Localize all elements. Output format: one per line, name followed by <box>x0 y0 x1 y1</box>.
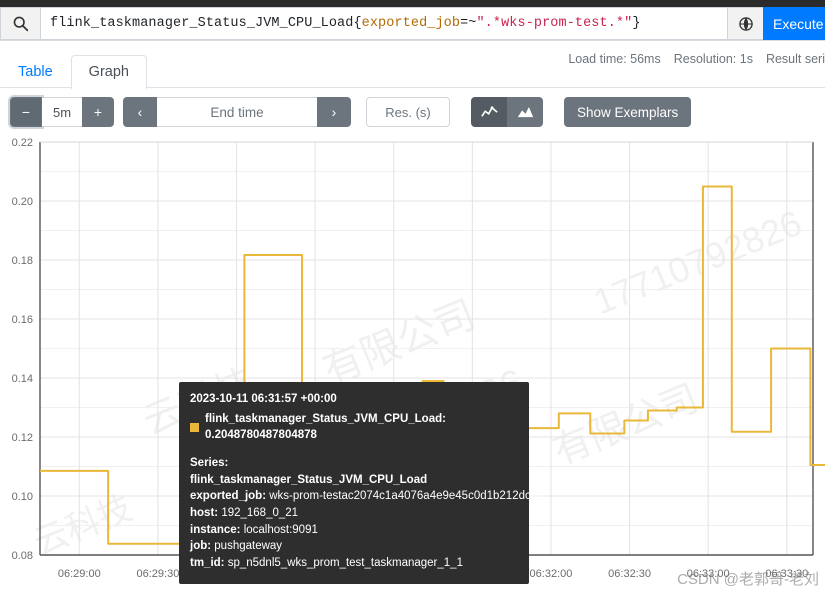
tab-table[interactable]: Table <box>0 55 71 89</box>
execute-button[interactable]: Execute <box>763 7 825 40</box>
tooltip-label-tm-id: tm_id: sp_n5dnl5_wks_prom_test_taskmanag… <box>190 557 463 570</box>
svg-text:06:29:30: 06:29:30 <box>137 568 180 580</box>
time-next-button[interactable]: › <box>317 97 351 127</box>
series-tooltip: 2023-10-11 06:31:57 +00:00 flink_taskman… <box>179 382 544 584</box>
query-token-label: exported_job <box>361 16 461 31</box>
tooltip-label-host: host: 192_168_0_21 <box>190 507 299 520</box>
result-series-text: Result seri <box>765 52 825 66</box>
tooltip-label-instance: instance: localhost:9091 <box>190 523 318 536</box>
window-top-strip <box>0 0 825 7</box>
query-token-open-brace: { <box>353 16 362 31</box>
svg-text:0.08: 0.08 <box>12 550 33 562</box>
tooltip-label-job: job: pushgateway <box>190 540 283 553</box>
svg-text:06:33:00: 06:33:00 <box>687 568 730 580</box>
svg-text:06:32:00: 06:32:00 <box>530 568 573 580</box>
svg-text:0.14: 0.14 <box>12 373 33 385</box>
resolution-text: Resolution: 1s <box>673 52 753 66</box>
range-stepper: − 5m + <box>10 97 114 127</box>
show-exemplars-button[interactable]: Show Exemplars <box>564 97 692 127</box>
tooltip-label-exported-job: exported_job: wks-prom-testac2074c1a4076… <box>190 490 544 503</box>
result-tabs: Table Graph Load time: 56ms Resolution: … <box>0 41 825 89</box>
end-time-input[interactable]: End time <box>157 97 317 127</box>
range-decrease-button[interactable]: − <box>10 97 42 127</box>
svg-text:0.16: 0.16 <box>12 314 33 326</box>
tab-graph[interactable]: Graph <box>70 54 147 89</box>
tooltip-value-row: flink_taskmanager_Status_JVM_CPU_Load: 0… <box>190 411 518 444</box>
query-expression-input[interactable]: flink_taskmanager_Status_JVM_CPU_Load{ex… <box>40 7 727 40</box>
tooltip-series-header: Series: <box>190 457 229 470</box>
tooltip-series-metric: flink_taskmanager_Status_JVM_CPU_Load <box>190 473 428 486</box>
svg-text:06:32:30: 06:32:30 <box>608 568 651 580</box>
svg-text:0.12: 0.12 <box>12 432 33 444</box>
globe-clock-icon[interactable] <box>727 7 763 40</box>
svg-text:0.22: 0.22 <box>12 137 33 149</box>
chart-type-toggle <box>471 97 543 127</box>
load-time-text: Load time: 56ms <box>568 52 661 66</box>
tooltip-metric-value: flink_taskmanager_Status_JVM_CPU_Load: 0… <box>205 412 446 442</box>
series-color-swatch <box>190 422 199 432</box>
tooltip-timestamp: 2023-10-11 06:31:57 +00:00 <box>190 393 337 405</box>
query-token-operator: =~ <box>460 16 477 31</box>
query-token-metric: flink_taskmanager_Status_JVM_CPU_Load <box>50 16 354 31</box>
svg-text:有限公司: 有限公司 <box>548 377 705 473</box>
svg-text:06:29:00: 06:29:00 <box>58 568 101 580</box>
svg-text:06:33:30: 06:33:30 <box>765 568 808 580</box>
time-prev-button[interactable]: ‹ <box>123 97 157 127</box>
svg-text:17710792826: 17710792826 <box>588 202 808 323</box>
svg-text:0.18: 0.18 <box>12 255 33 267</box>
query-bar: flink_taskmanager_Status_JVM_CPU_Load{ex… <box>0 7 825 41</box>
query-stats: Load time: 56ms Resolution: 1s Result se… <box>568 52 825 66</box>
query-token-string: ".*wks-prom-test.*" <box>476 16 633 31</box>
resolution-input[interactable]: Res. (s) <box>366 97 450 127</box>
line-chart-icon[interactable] <box>471 97 507 127</box>
range-value-input[interactable]: 5m <box>42 97 82 127</box>
search-icon[interactable] <box>0 7 40 40</box>
query-token-close-brace: } <box>632 16 641 31</box>
range-increase-button[interactable]: + <box>82 97 114 127</box>
end-time-group: ‹ End time › <box>123 97 351 127</box>
stacked-area-chart-icon[interactable] <box>507 97 543 127</box>
graph-controls-toolbar: − 5m + ‹ End time › Res. (s) Show Exempl… <box>0 88 825 135</box>
svg-text:0.20: 0.20 <box>12 196 33 208</box>
svg-text:0.10: 0.10 <box>12 491 33 503</box>
graph-area: 云科技有限公司1771079282617710792826有限公司云科技06:2… <box>0 135 825 591</box>
